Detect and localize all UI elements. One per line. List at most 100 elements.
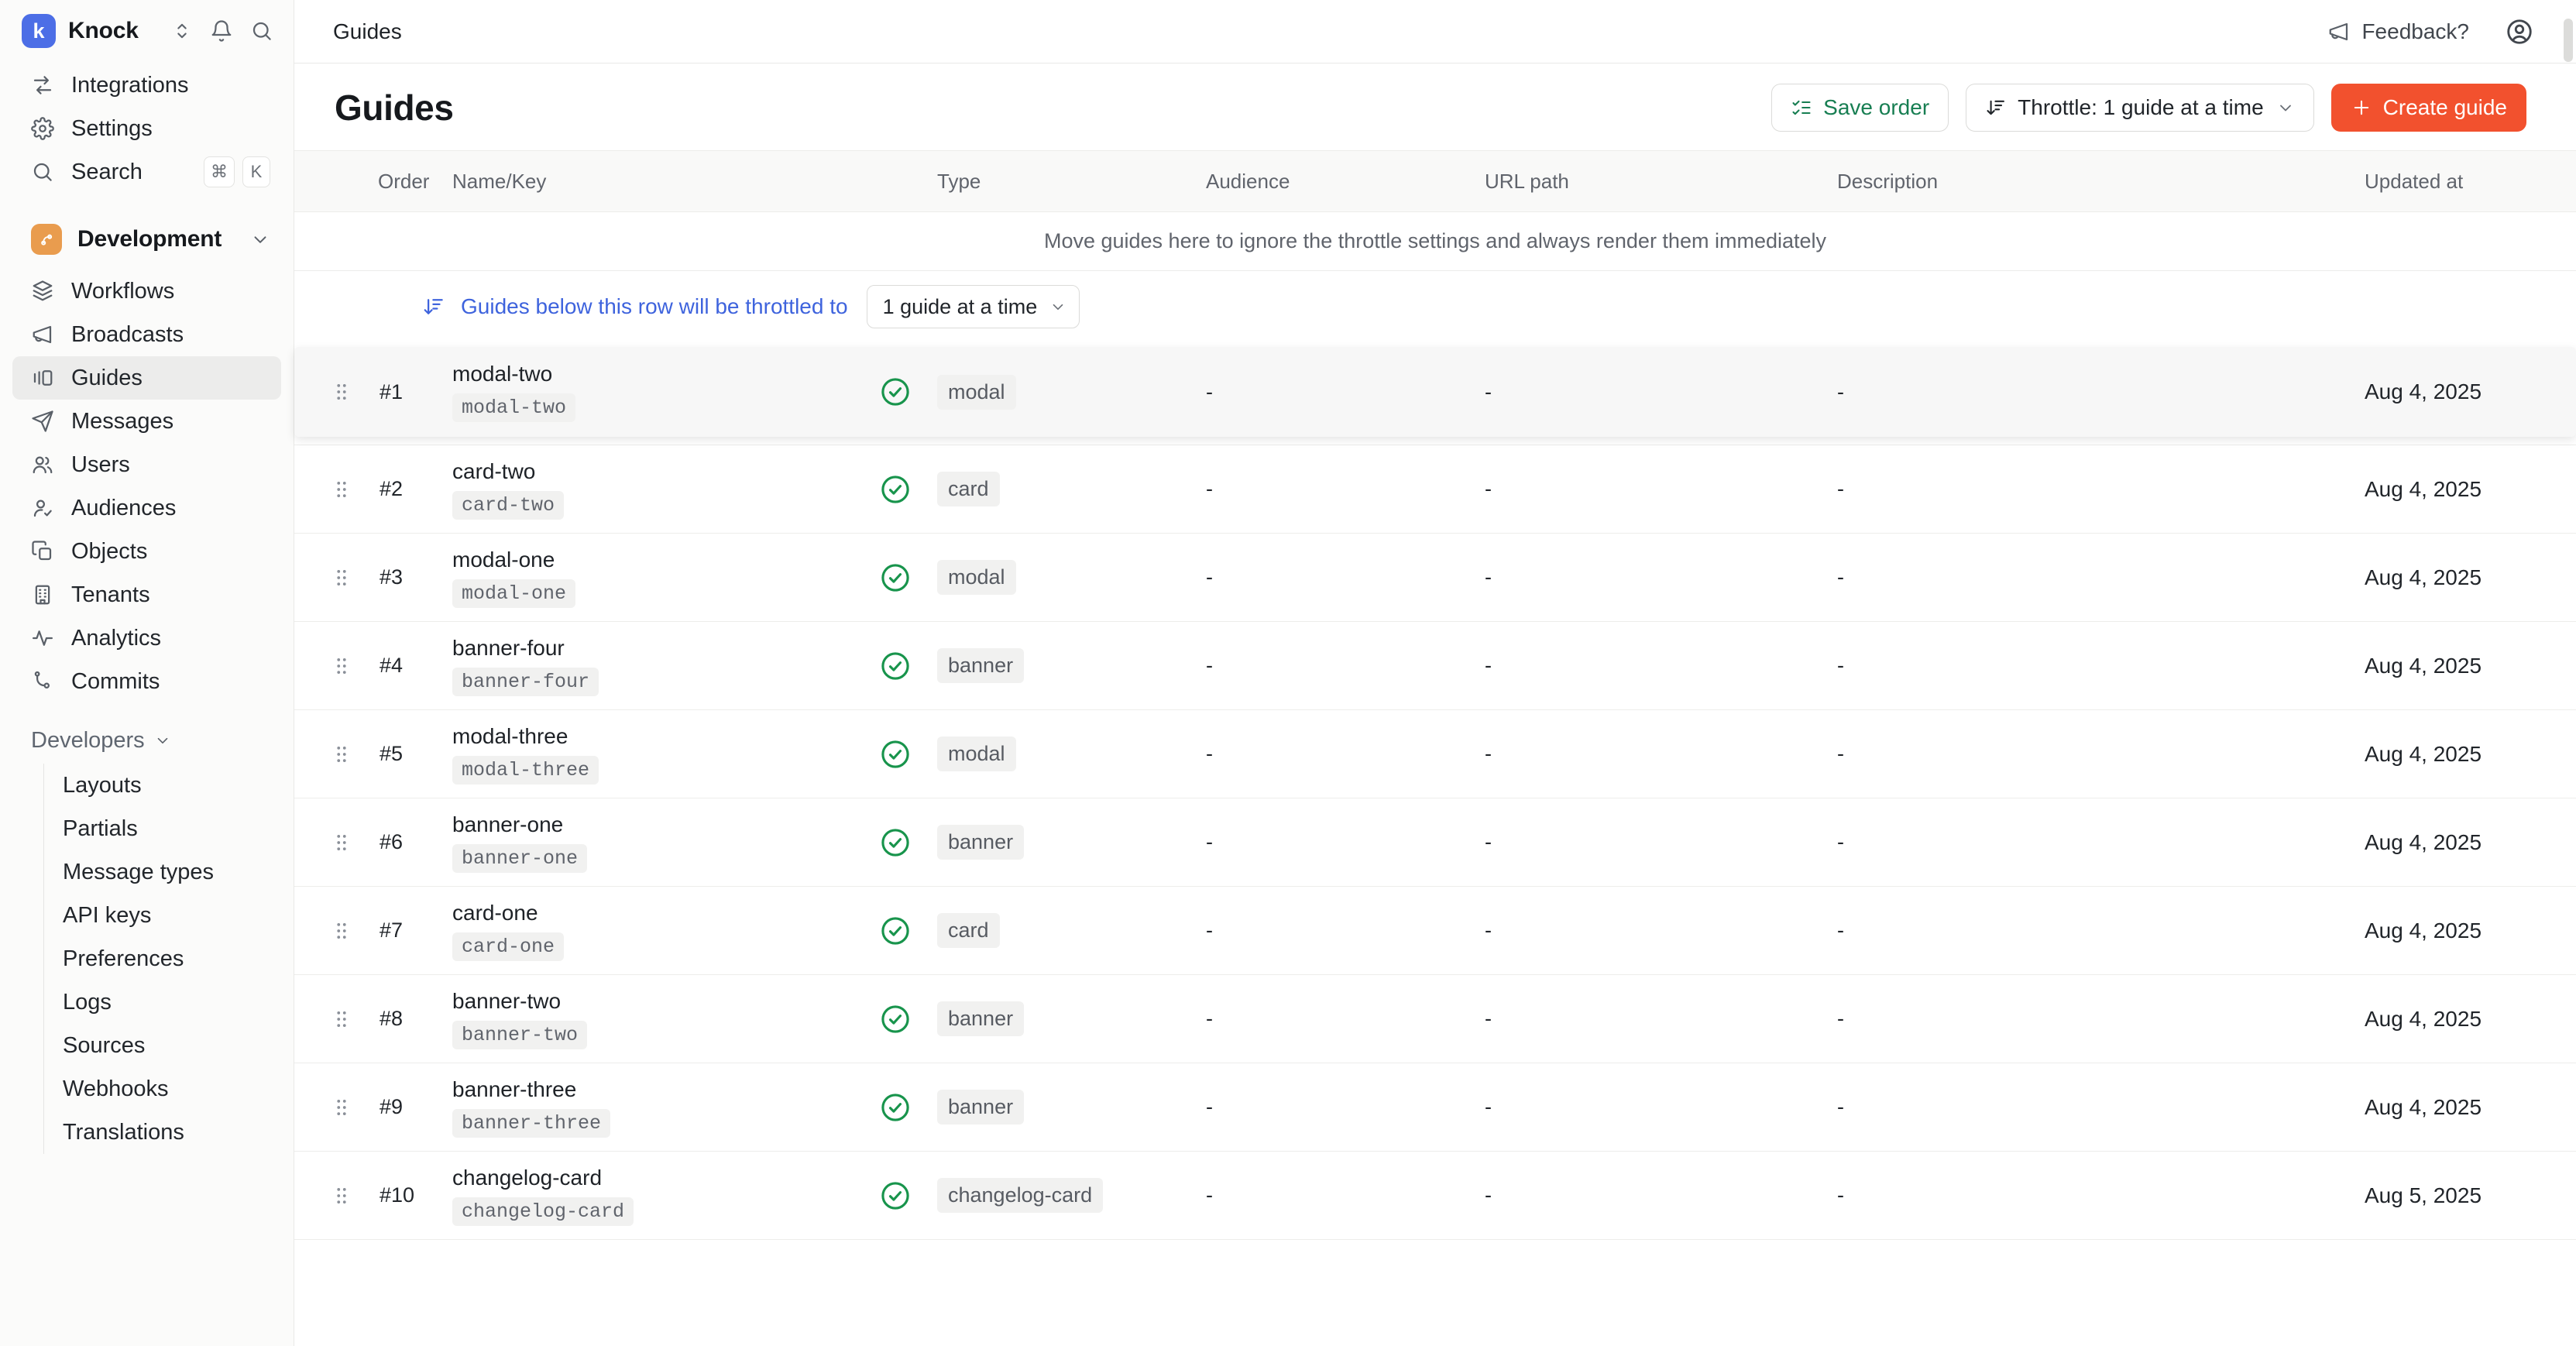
- status-check-circle-icon: [879, 826, 912, 859]
- drag-handle[interactable]: [294, 1008, 372, 1031]
- type-badge: banner: [937, 825, 1024, 860]
- page-header: Guides Save order Throttle: 1 guide at a…: [294, 64, 2576, 150]
- sidebar-item-preferences[interactable]: Preferences: [44, 937, 294, 980]
- guide-audience: -: [1206, 742, 1485, 766]
- guide-description: -: [1837, 1007, 2365, 1031]
- status-check-circle-icon: [879, 1091, 912, 1124]
- guide-name-cell[interactable]: banner-two banner-two: [449, 989, 879, 1049]
- drag-handle[interactable]: [294, 566, 372, 589]
- guide-type: modal: [937, 560, 1206, 595]
- guide-order: #3: [372, 565, 449, 589]
- notifications-bell-icon[interactable]: [210, 19, 233, 43]
- save-order-button[interactable]: Save order: [1771, 84, 1949, 132]
- guide-name-cell[interactable]: banner-three banner-three: [449, 1077, 879, 1138]
- feedback-button[interactable]: Feedback?: [2327, 19, 2469, 44]
- status-check-circle-icon: [879, 473, 912, 506]
- sidebar-item-layouts[interactable]: Layouts: [44, 764, 294, 807]
- feedback-label: Feedback?: [2361, 19, 2469, 44]
- guide-row: #9 banner-three banner-three banner - - …: [294, 1063, 2576, 1151]
- sidebar-item-broadcasts[interactable]: Broadcasts: [12, 313, 281, 356]
- guide-row: #2 card-two card-two card - - - Aug 4, 2…: [294, 445, 2576, 533]
- throttle-value-dropdown[interactable]: 1 guide at a time: [867, 285, 1080, 328]
- sort-descending-icon: [1985, 97, 2007, 118]
- guide-status-published: [879, 473, 937, 506]
- guide-url-path: -: [1485, 1183, 1837, 1207]
- sidebar-item-label: Settings: [71, 116, 153, 142]
- drag-handle[interactable]: [294, 380, 372, 403]
- guide-name: banner-two: [452, 989, 561, 1014]
- environment-label: Development: [77, 226, 250, 252]
- sidebar-item-label: Search: [71, 160, 143, 185]
- guide-description: -: [1837, 477, 2365, 501]
- chevron-down-icon: [1049, 298, 1066, 315]
- sidebar-item-messages[interactable]: Messages: [12, 400, 281, 443]
- guide-name-cell[interactable]: modal-one modal-one: [449, 548, 879, 608]
- drag-handle[interactable]: [294, 831, 372, 854]
- drag-handle[interactable]: [294, 919, 372, 943]
- sidebar-item-partials[interactable]: Partials: [44, 807, 294, 850]
- sidebar-item-label: Partials: [63, 816, 138, 842]
- guide-row: #8 banner-two banner-two banner - - - Au…: [294, 974, 2576, 1063]
- sidebar-item-label: API keys: [63, 903, 151, 929]
- drag-handle[interactable]: [294, 743, 372, 766]
- status-check-circle-icon: [879, 376, 912, 408]
- sidebar-item-message-types[interactable]: Message types: [44, 850, 294, 894]
- search-icon[interactable]: [250, 19, 273, 43]
- guide-name-cell[interactable]: card-two card-two: [449, 459, 879, 520]
- guide-type: banner: [937, 1001, 1206, 1036]
- sidebar-item-label: Broadcasts: [71, 322, 184, 348]
- logo-letter: k: [33, 19, 44, 43]
- throttle-value-label: 1 guide at a time: [883, 295, 1038, 319]
- throttle-dropdown-button[interactable]: Throttle: 1 guide at a time: [1966, 84, 2314, 132]
- sidebar-item-workflows[interactable]: Workflows: [12, 270, 281, 313]
- drag-handle[interactable]: [294, 1096, 372, 1119]
- developers-section-toggle[interactable]: Developers: [0, 719, 294, 762]
- guide-description: -: [1837, 565, 2365, 589]
- guide-name-cell[interactable]: banner-four banner-four: [449, 636, 879, 696]
- type-badge: banner: [937, 1090, 1024, 1125]
- sidebar-item-translations[interactable]: Translations: [44, 1111, 294, 1154]
- guide-status-published: [879, 1091, 937, 1124]
- create-guide-button[interactable]: Create guide: [2331, 84, 2526, 132]
- guide-name-cell[interactable]: modal-two modal-two: [449, 362, 879, 422]
- guide-name-cell[interactable]: changelog-card changelog-card: [449, 1166, 879, 1226]
- user-avatar[interactable]: [2505, 17, 2534, 46]
- guide-url-path: -: [1485, 477, 1837, 501]
- sidebar-item-audiences[interactable]: Audiences: [12, 486, 281, 530]
- environment-switcher[interactable]: Development: [12, 215, 281, 263]
- guide-name-cell[interactable]: banner-one banner-one: [449, 812, 879, 873]
- scrollbar-thumb[interactable]: [2564, 19, 2573, 62]
- guide-description: -: [1837, 830, 2365, 854]
- guide-name-cell[interactable]: card-one card-one: [449, 901, 879, 961]
- column-header-updated-at: Updated at: [2365, 170, 2576, 194]
- drag-handle[interactable]: [294, 654, 372, 678]
- sidebar-item-commits[interactable]: Commits: [12, 660, 281, 703]
- save-order-label: Save order: [1823, 95, 1929, 120]
- sidebar-item-api-keys[interactable]: API keys: [44, 894, 294, 937]
- status-check-circle-icon: [879, 561, 912, 594]
- sidebar-item-objects[interactable]: Objects: [12, 530, 281, 573]
- sidebar-item-users[interactable]: Users: [12, 443, 281, 486]
- guide-name-cell[interactable]: modal-three modal-three: [449, 724, 879, 785]
- sidebar-item-guides[interactable]: Guides: [12, 356, 281, 400]
- workspace-switcher-icon[interactable]: [171, 20, 193, 42]
- sidebar-item-settings[interactable]: Settings: [12, 107, 281, 150]
- guide-row: #10 changelog-card changelog-card change…: [294, 1151, 2576, 1239]
- guide-description: -: [1837, 654, 2365, 678]
- sidebar-item-logs[interactable]: Logs: [44, 980, 294, 1024]
- sidebar-item-search[interactable]: Search⌘K: [12, 150, 281, 194]
- workspace-header: k Knock: [0, 0, 294, 59]
- guide-updated-at: Aug 4, 2025: [2365, 477, 2576, 502]
- sidebar-item-integrations[interactable]: Integrations: [12, 64, 281, 107]
- drag-handle[interactable]: [294, 1184, 372, 1207]
- sidebar-item-tenants[interactable]: Tenants: [12, 573, 281, 616]
- sidebar-item-webhooks[interactable]: Webhooks: [44, 1067, 294, 1111]
- sidebar-item-analytics[interactable]: Analytics: [12, 616, 281, 660]
- guide-status-published: [879, 1179, 937, 1212]
- sidebar-item-sources[interactable]: Sources: [44, 1024, 294, 1067]
- guide-status-published: [879, 915, 937, 947]
- throttle-label: Throttle: 1 guide at a time: [2018, 95, 2264, 120]
- guide-description: -: [1837, 742, 2365, 766]
- sort-descending-icon: [422, 295, 445, 318]
- drag-handle[interactable]: [294, 478, 372, 501]
